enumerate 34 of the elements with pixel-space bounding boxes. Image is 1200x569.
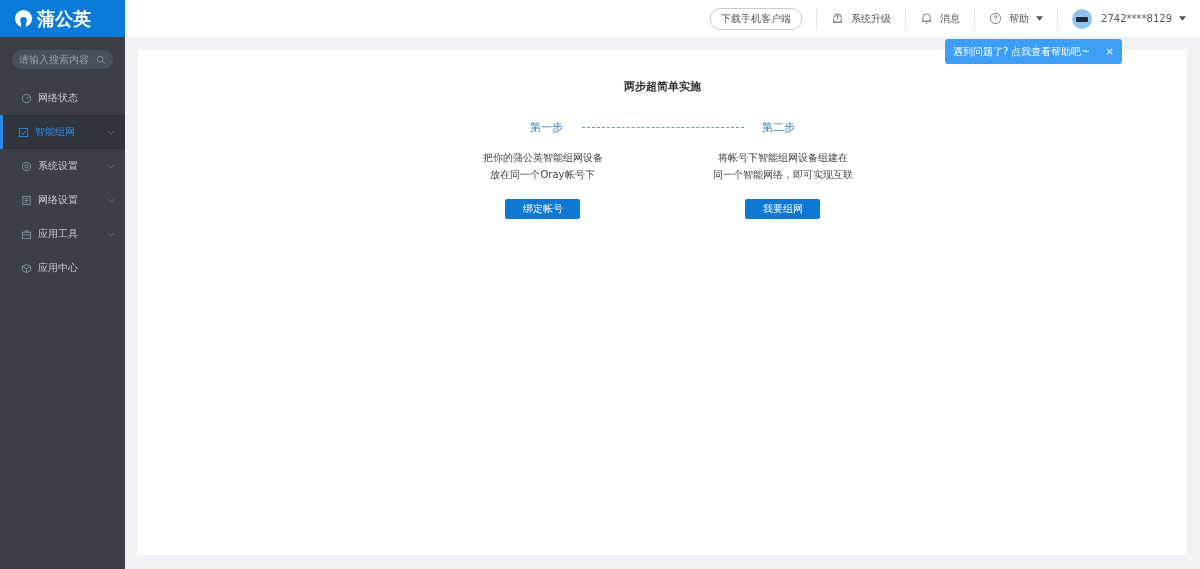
sidebar-item[interactable]: 智能组网 bbox=[0, 115, 125, 149]
menu-icon bbox=[21, 160, 32, 172]
toolbar-icon bbox=[920, 12, 934, 25]
sidebar-item[interactable]: 应用中心 bbox=[0, 251, 125, 285]
toolbar-link[interactable]: 消息 bbox=[920, 11, 961, 26]
user-menu[interactable]: 2742****8129 bbox=[1072, 8, 1186, 29]
menu-icon bbox=[21, 228, 32, 240]
sidebar-item[interactable]: 网络状态 bbox=[0, 81, 125, 115]
menu-icon bbox=[21, 92, 32, 104]
search-icon[interactable] bbox=[96, 54, 106, 65]
avatar-icon bbox=[1072, 8, 1093, 29]
sidebar-item[interactable]: 网络设置 bbox=[0, 183, 125, 217]
logo-text: 蒲公英 bbox=[37, 6, 91, 31]
sidebar-item[interactable]: 应用工具 bbox=[0, 217, 125, 251]
step-description: 将帐号下智能组网设备组建在 同一个智能网络，即可实现互联 bbox=[712, 151, 853, 182]
toolbar-link[interactable]: 帮助 bbox=[989, 11, 1044, 26]
sidebar-item[interactable]: 系统设置 bbox=[0, 149, 125, 183]
toolbar-link[interactable]: 系统升级 bbox=[831, 11, 892, 26]
search-field[interactable]: 请输入搜索内容 bbox=[12, 50, 113, 69]
logo-icon bbox=[14, 9, 33, 28]
step-button[interactable]: 我要组网 bbox=[745, 199, 820, 219]
dropdown-caret-icon bbox=[1179, 16, 1186, 21]
menu-icon bbox=[18, 126, 29, 138]
step-description: 把你的蒲公英智能组网设备 放在同一个Oray帐号下 bbox=[482, 151, 603, 182]
menu-icon bbox=[21, 194, 32, 206]
toolbar-icon bbox=[831, 12, 845, 25]
menu-icon bbox=[21, 262, 32, 274]
step-button[interactable]: 绑定帐号 bbox=[505, 199, 580, 219]
step-label: 第一步 bbox=[529, 120, 564, 135]
step-label: 第二步 bbox=[761, 120, 796, 135]
page-title: 两步超简单实施 bbox=[624, 79, 701, 94]
tooltip-text: 遇到问题了? 点我查看帮助吧~ bbox=[953, 44, 1090, 59]
download-app-button[interactable]: 下载手机客户端 bbox=[710, 7, 803, 30]
toolbar-icon bbox=[989, 12, 1003, 25]
